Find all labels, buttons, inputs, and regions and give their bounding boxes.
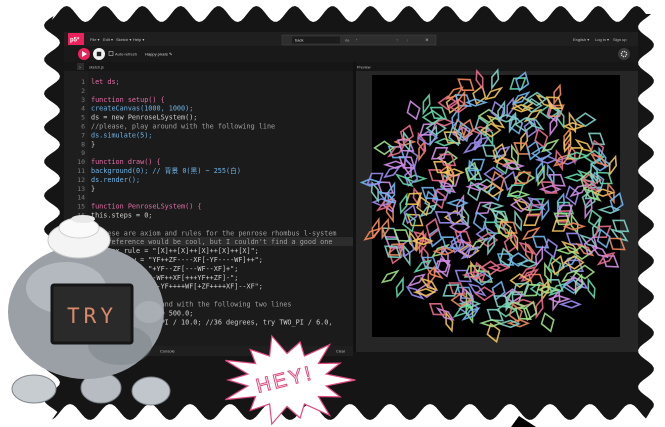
menu-help[interactable]: Help ▾ — [133, 37, 144, 42]
code-line: ds.render(); — [91, 176, 140, 184]
preview-label: Preview — [357, 66, 371, 70]
settings-button[interactable] — [618, 48, 630, 60]
code-line: background(0); // 背景 0(黑) ~ 255(白) — [91, 166, 241, 175]
line-number: 9 — [81, 149, 85, 157]
logo-text: p5* — [70, 38, 80, 44]
stop-icon — [96, 51, 102, 57]
line-number: 15 — [77, 203, 85, 211]
code-line: //a reference would be cool, but I could… — [91, 238, 332, 246]
line-number: 5 — [81, 114, 85, 122]
find-close-button[interactable]: ✕ — [425, 38, 429, 43]
auto-refresh-label: Auto-refresh — [115, 51, 137, 56]
sketch-name[interactable]: Happy pixels ✎ — [145, 51, 172, 56]
code-line: ds = new PenroseLSystem(); — [91, 114, 197, 122]
code-line: createCanvas(1000, 1000); — [91, 105, 193, 113]
code-line: ds.simulate(5); — [91, 131, 152, 139]
find-input-value: back — [295, 38, 303, 43]
code-line: function draw() { — [91, 158, 161, 166]
code-line: function setup() { — [91, 96, 165, 104]
code-line: function PenroseLSystem() { — [91, 203, 202, 211]
stage: p5* File ▾ Edit ▾ Sketch ▾ Help ▾ Englis… — [8, 6, 654, 427]
line-number: 10 — [77, 158, 85, 166]
menu-login[interactable]: Log in ▾ — [595, 37, 609, 42]
line-number: 14 — [77, 194, 85, 202]
find-next-button[interactable]: ↓ — [406, 38, 408, 43]
code-line: //please, play around with the following… — [91, 123, 275, 131]
menu-language[interactable]: English ▾ — [573, 37, 589, 42]
find-case-button[interactable]: Aa — [345, 39, 349, 43]
code-line: let ds; — [91, 78, 120, 86]
line-number: 4 — [81, 105, 85, 113]
code-line: } — [91, 185, 95, 193]
chevron-right-icon: › — [79, 65, 81, 71]
code-line: } — [91, 140, 95, 148]
code-line: //these are axiom and rules for the penr… — [91, 229, 337, 237]
line-number: 13 — [77, 185, 85, 193]
line-number: 7 — [81, 131, 85, 139]
console-label: Console — [160, 349, 175, 354]
menu-sketch[interactable]: Sketch ▾ — [116, 37, 131, 42]
tabs-row — [64, 62, 638, 71]
line-number: 11 — [77, 167, 85, 175]
line-number: 2 — [81, 87, 85, 95]
console-clear-button[interactable]: Clear — [336, 350, 346, 354]
editor-tab-label[interactable]: sketch.js — [89, 66, 104, 70]
line-number: 8 — [81, 140, 85, 148]
menu-file[interactable]: File ▾ — [90, 37, 100, 42]
menu-edit[interactable]: Edit ▾ — [103, 37, 113, 42]
robot-screen-text: TRY — [67, 304, 117, 328]
find-prev-button[interactable]: ↑ — [396, 38, 398, 43]
line-number: 1 — [81, 78, 85, 86]
pane-divider[interactable] — [353, 62, 356, 352]
line-number: 3 — [81, 96, 85, 104]
code-line: this.steps = 0; — [91, 212, 152, 220]
line-number: 6 — [81, 123, 85, 131]
line-number: 12 — [77, 176, 85, 184]
menu-signup[interactable]: Sign up — [613, 37, 627, 42]
